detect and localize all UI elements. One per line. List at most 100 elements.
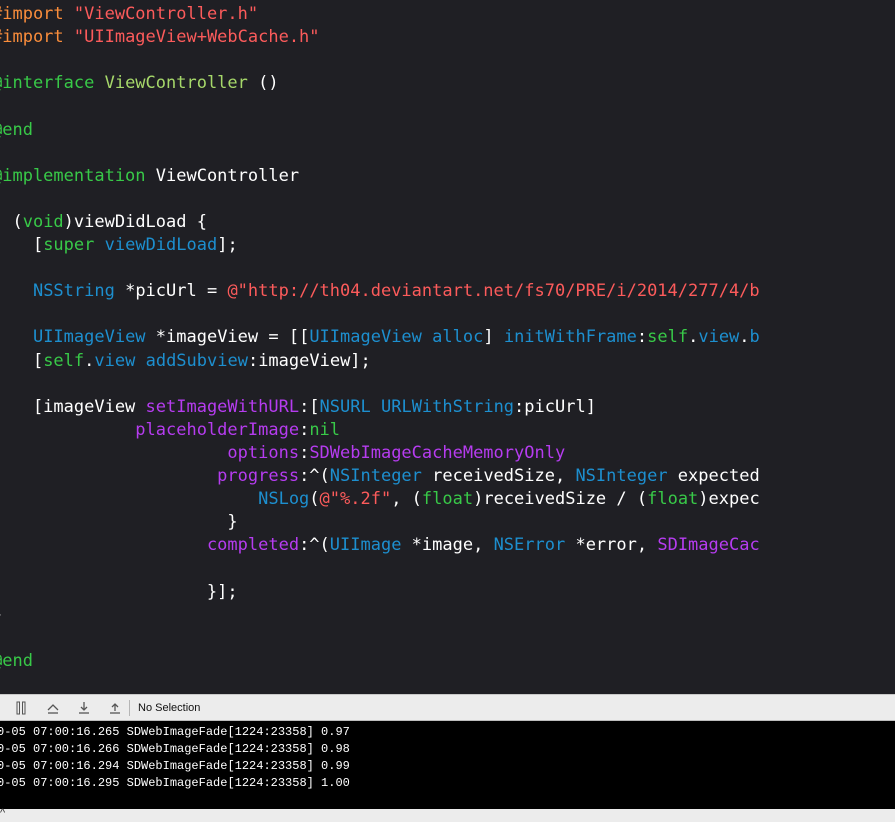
code-token: :^( [299, 466, 330, 486]
code-token: *picUrl = [114, 281, 228, 302]
code-token: . [84, 350, 95, 371]
code-token: expected [667, 466, 760, 486]
code-token: UIImageView [32, 327, 146, 348]
code-token: "ViewController.h" [73, 4, 259, 24]
code-token: . [688, 327, 699, 348]
code-token: @end [0, 119, 33, 140]
code-line: } [0, 511, 238, 534]
code-line: } [0, 604, 2, 627]
code-token: *error, [565, 535, 658, 556]
toolbar-divider [129, 700, 130, 716]
step-into-icon[interactable] [75, 699, 93, 717]
code-token: }]; [0, 581, 238, 602]
code-line: NSLog(@"%.2f", (float)receivedSize / (fl… [0, 488, 760, 511]
code-line: progress:^(NSInteger receivedSize, NSInt… [0, 465, 760, 488]
code-line: }]; [0, 581, 238, 604]
code-token: URLWithString [380, 396, 515, 417]
code-token: :[ [299, 396, 320, 417]
step-over-icon[interactable] [44, 699, 62, 717]
code-token: viewDidLoad [104, 235, 218, 255]
code-token: SDWebImageCacheMemoryOnly [309, 442, 566, 463]
console-line: 0-05 07:00:16.266 SDWebImageFade[1224:23… [0, 742, 350, 756]
code-token: NSURL [319, 396, 371, 417]
code-token: )expec [698, 489, 760, 510]
code-token: @"http://th04.deviantart.net/fs70/PRE/i/… [227, 281, 760, 302]
code-token: void [22, 211, 64, 232]
code-token: } [0, 605, 2, 625]
code-token: addSubview [145, 350, 248, 371]
code-token: placeholderImage [135, 419, 300, 440]
code-token: ( [309, 489, 320, 510]
code-token: NSLog [258, 489, 310, 510]
code-token: #import [0, 27, 74, 48]
code-line: UIImageView *imageView = [[UIImageView a… [0, 326, 760, 349]
code-token: )viewDidLoad { [63, 211, 207, 232]
step-out-icon[interactable] [106, 699, 124, 717]
console-line: 0-05 07:00:16.295 SDWebImageFade[1224:23… [0, 776, 350, 790]
code-token: receivedSize, [421, 466, 576, 486]
code-token: NSString [32, 281, 115, 302]
code-token: float [647, 489, 699, 510]
selection-label: No Selection [138, 702, 201, 714]
code-token: ViewController [104, 73, 248, 94]
code-token: :imageView]; [247, 350, 371, 371]
code-token: [ [32, 235, 44, 255]
code-token: alloc [432, 327, 484, 348]
code-token: , ( [391, 489, 422, 510]
code-token: options [227, 442, 300, 463]
code-token: view [698, 327, 740, 348]
code-token: initWithFrame [503, 327, 637, 348]
code-token: [imageView [0, 396, 146, 417]
code-line: [super viewDidLoad]; [0, 234, 238, 257]
code-token: *imageView = [[ [145, 327, 310, 348]
code-token: - ( [0, 211, 23, 232]
pause-icon[interactable] [12, 699, 30, 717]
console-line: 0-05 07:00:16.265 SDWebImageFade[1224:23… [0, 725, 350, 739]
code-token: self [43, 350, 85, 371]
code-line: @interface ViewController () [0, 72, 279, 95]
code-token: NSInteger [329, 466, 422, 486]
code-token: @"%.2f" [319, 489, 392, 510]
code-token: UIImageView [309, 327, 422, 348]
code-line: - (void)viewDidLoad { [0, 211, 207, 234]
code-token: @end [0, 650, 33, 671]
code-token: [ [32, 350, 44, 371]
code-line: [self.view addSubview:imageView]; [0, 350, 371, 373]
console-output[interactable]: 0-05 07:00:16.265 SDWebImageFade[1224:23… [0, 721, 895, 809]
code-editor[interactable]: #import "ViewController.h" #import "UIIma… [0, 0, 895, 694]
code-token: float [421, 489, 474, 510]
code-token: : [299, 442, 310, 463]
code-token: } [0, 512, 238, 533]
code-token: NSInteger [575, 466, 668, 486]
code-token: NSError [493, 535, 566, 556]
code-line: #import "ViewController.h" [0, 3, 258, 26]
code-token: : [636, 327, 648, 348]
code-token: @implementation [0, 165, 156, 186]
code-token: )receivedSize / ( [473, 489, 648, 510]
code-line: #import "UIImageView+WebCache.h" [0, 26, 320, 49]
console-footer: ^ [0, 807, 895, 822]
code-line: completed:^(UIImage *image, NSError *err… [0, 534, 760, 557]
code-token: :^( [299, 535, 330, 556]
code-token: @interface [0, 73, 105, 94]
code-line: @end [0, 119, 33, 142]
code-token: super [43, 235, 95, 255]
code-token: : [299, 419, 310, 440]
code-token: UIImage [329, 535, 402, 556]
code-token: completed [206, 535, 300, 556]
code-token: b [749, 327, 760, 348]
code-token: view [94, 350, 136, 371]
code-token: ]; [217, 235, 238, 255]
code-token: progress [217, 466, 300, 486]
code-token: SDImageCac [657, 535, 760, 556]
code-line: @implementation ViewController [0, 165, 299, 188]
